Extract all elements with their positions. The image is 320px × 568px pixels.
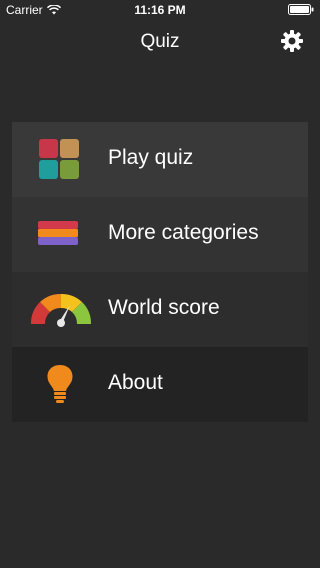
menu-item-world-score[interactable]: World score — [12, 272, 308, 347]
battery-icon — [288, 4, 314, 18]
menu-item-label: Play quiz — [108, 146, 194, 169]
stacked-bars-icon — [36, 211, 92, 257]
menu-item-more-categories[interactable]: More categories — [12, 197, 308, 272]
tiles-grid-icon — [36, 136, 92, 182]
main-menu: Play quiz More categories World score Ab… — [12, 122, 308, 422]
gauge-icon — [28, 286, 94, 332]
status-time: 11:16 PM — [134, 3, 186, 17]
status-bar: Carrier 11:16 PM — [0, 0, 320, 20]
menu-item-label: World score — [108, 296, 220, 319]
menu-item-label: About — [108, 371, 163, 394]
menu-item-label: More categories — [108, 221, 259, 244]
gear-icon — [281, 30, 303, 52]
settings-button[interactable] — [280, 29, 304, 53]
navigation-bar: Quiz — [0, 20, 320, 64]
menu-item-about[interactable]: About — [12, 347, 308, 422]
menu-item-play-quiz[interactable]: Play quiz — [12, 122, 308, 197]
page-title: Quiz — [140, 31, 180, 52]
lightbulb-icon — [36, 361, 92, 407]
